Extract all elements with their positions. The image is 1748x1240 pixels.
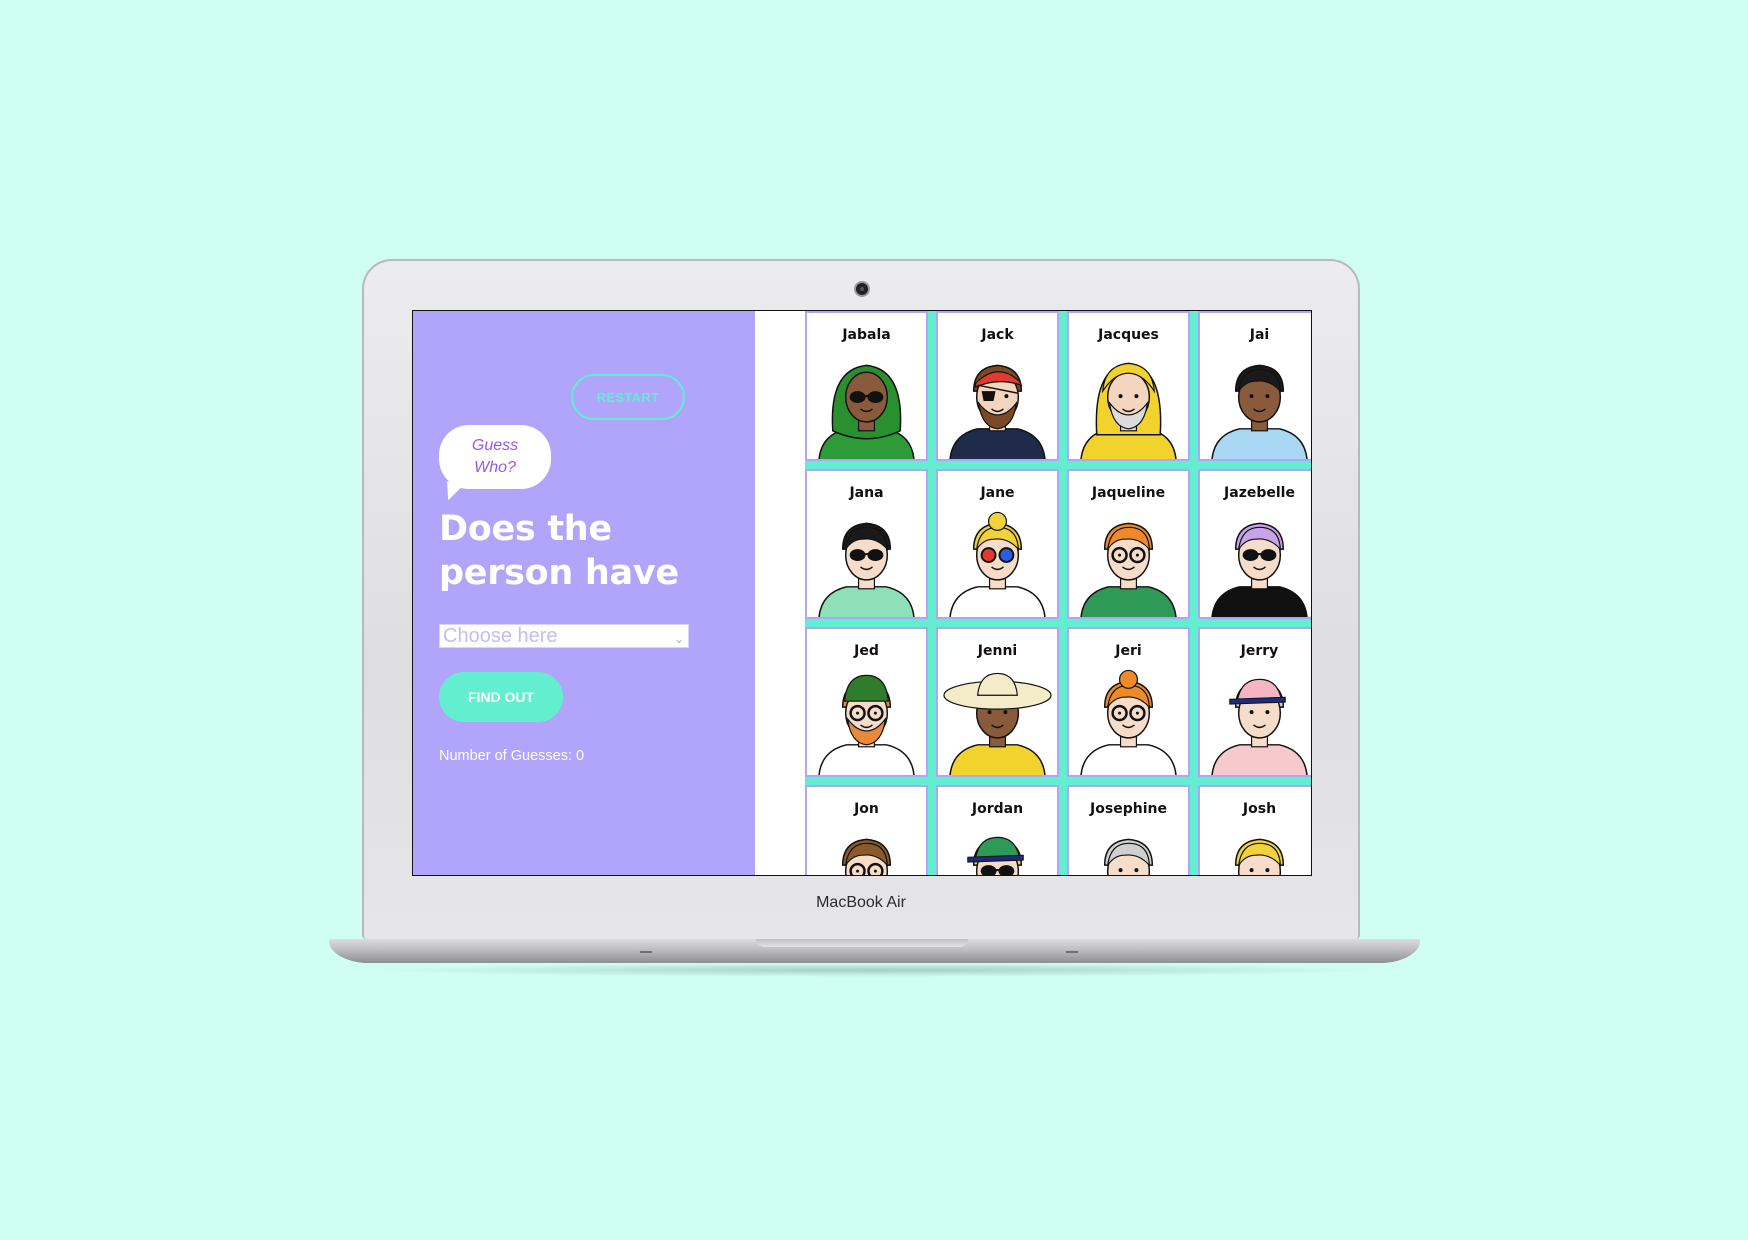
- character-name: Jed: [854, 643, 879, 659]
- character-portrait: [949, 511, 1046, 617]
- character-card[interactable]: Jabala: [805, 311, 928, 461]
- character-portrait: [943, 672, 1052, 775]
- character-name: Jack: [981, 327, 1014, 343]
- question-select[interactable]: Choose here ⌄: [439, 624, 689, 648]
- character-portrait: [949, 364, 1046, 459]
- laptop-screen: RESTART Guess Who? Does the person have …: [412, 310, 1312, 876]
- character-card[interactable]: Jacques: [1067, 311, 1190, 461]
- character-name: Josephine: [1090, 801, 1167, 817]
- question-heading: Does the person have: [439, 509, 679, 593]
- laptop-foot-left: [640, 951, 652, 953]
- character-portrait: [841, 838, 892, 875]
- character-portrait: [1080, 362, 1177, 459]
- chevron-down-icon: ⌄: [673, 632, 684, 646]
- character-portrait: [818, 364, 915, 459]
- character-portrait: [967, 836, 1024, 875]
- character-card[interactable]: Jazebelle: [1198, 469, 1311, 619]
- character-card[interactable]: Jordan: [936, 785, 1059, 875]
- character-card[interactable]: Jack: [936, 311, 1059, 461]
- character-portrait: [818, 674, 915, 775]
- character-card[interactable]: Jerry: [1198, 627, 1311, 777]
- character-card[interactable]: Josephine: [1067, 785, 1190, 875]
- laptop-notch: [756, 939, 968, 947]
- character-name: Jana: [849, 485, 884, 501]
- character-card[interactable]: Josh: [1198, 785, 1311, 875]
- character-card[interactable]: Jeri: [1067, 627, 1190, 777]
- character-name: Jai: [1249, 327, 1270, 343]
- character-name: Jordan: [971, 801, 1024, 817]
- character-board: Jabala Jack Jacques Jai Jana Jane Jaqueline Jaz…: [805, 311, 1311, 875]
- character-card[interactable]: Jana: [805, 469, 928, 619]
- character-card[interactable]: Jed: [805, 627, 928, 777]
- character-portrait: [1211, 522, 1308, 617]
- guess-counter: Number of Guesses: 0: [439, 748, 585, 764]
- character-name: Jaqueline: [1091, 485, 1166, 501]
- character-card[interactable]: Jai: [1198, 311, 1311, 461]
- character-card[interactable]: Jon: [805, 785, 928, 875]
- camera-icon: [856, 283, 868, 295]
- character-portrait: [1080, 522, 1177, 617]
- character-portrait: [818, 522, 915, 617]
- character-portrait: [1080, 669, 1177, 775]
- find-out-button[interactable]: FIND OUT: [439, 672, 563, 722]
- character-portrait: [1211, 364, 1308, 459]
- character-portrait: [1211, 678, 1308, 775]
- select-placeholder: Choose here: [443, 625, 558, 647]
- laptop-foot-right: [1066, 951, 1078, 953]
- guess-who-logo: Guess Who?: [439, 425, 551, 489]
- character-name: Jon: [854, 801, 879, 817]
- laptop-brand-label: MacBook Air: [816, 894, 906, 911]
- character-name: Jenni: [977, 643, 1018, 659]
- restart-button[interactable]: RESTART: [571, 374, 685, 420]
- game-sidebar: RESTART Guess Who? Does the person have …: [413, 311, 755, 875]
- character-name: Jacques: [1098, 327, 1159, 343]
- character-name: Jazebelle: [1224, 485, 1295, 501]
- character-name: Jerry: [1240, 643, 1279, 659]
- character-name: Jeri: [1115, 643, 1142, 659]
- character-card[interactable]: Jenni: [936, 627, 1059, 777]
- character-portrait: [1103, 838, 1154, 875]
- logo-text: Guess Who?: [471, 437, 519, 476]
- character-card[interactable]: Jane: [936, 469, 1059, 619]
- character-card[interactable]: Jaqueline: [1067, 469, 1190, 619]
- laptop-shadow: [360, 963, 1390, 977]
- character-portrait: [1234, 838, 1285, 875]
- character-name: Josh: [1242, 801, 1277, 817]
- character-name: Jabala: [842, 327, 891, 343]
- character-name: Jane: [980, 485, 1015, 501]
